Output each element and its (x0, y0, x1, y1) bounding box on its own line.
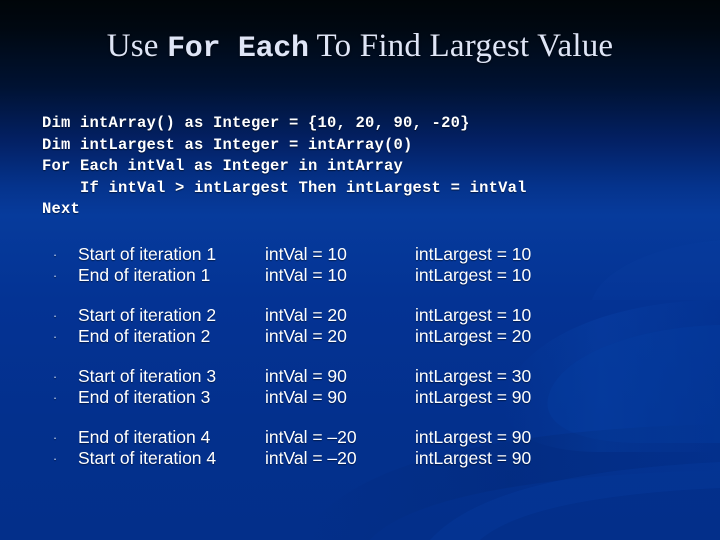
intlargest-value: intLargest = 10 (415, 244, 532, 264)
intlargest-value: intLargest = 90 (415, 448, 532, 468)
bullet-icon: · (52, 247, 58, 262)
iteration-label: Start of iteration 2 (78, 305, 217, 325)
code-block: Dim intArray() as Integer = {10, 20, 90,… (42, 113, 527, 221)
iteration-group: · Start of iteration 2 intVal = 20 intLarge… (0, 305, 720, 347)
list-item: · Start of iteration 3 intVal = 90 intLarge… (0, 366, 720, 387)
intval-value: intVal = 10 (265, 265, 347, 285)
code-line: Dim intLargest as Integer = intArray(0) (42, 135, 413, 154)
code-line: If intVal > intLargest Then intLargest =… (42, 178, 527, 197)
bullet-icon: · (52, 451, 58, 466)
page-title-segment-1: For Each (167, 32, 309, 66)
intlargest-value: intLargest = 90 (415, 387, 532, 407)
slide-canvas: Use For Each To Find Largest Value Dim i… (0, 0, 720, 540)
bullet-icon: · (52, 369, 58, 384)
list-item: · Start of iteration 4 intVal = –20 intLarg… (0, 448, 720, 469)
iteration-label: End of iteration 2 (78, 326, 211, 346)
code-line: For Each intVal as Integer in intArray (42, 157, 404, 175)
iteration-label: End of iteration 1 (78, 265, 211, 285)
bullet-icon: · (52, 390, 58, 405)
intlargest-value: intLargest = 90 (415, 427, 532, 447)
intval-value: intVal = –20 (265, 448, 357, 468)
bullet-icon: · (52, 308, 58, 323)
intlargest-value: intLargest = 20 (415, 326, 532, 346)
iteration-label: End of iteration 4 (78, 427, 211, 447)
page-title-segment-2: To Find Largest Value (308, 28, 614, 64)
list-item: · Start of iteration 2 intVal = 20 intLarge… (0, 305, 720, 326)
intval-value: intVal = 90 (265, 366, 347, 386)
iteration-trace-list: · Start of iteration 1 intVal = 10 intLarge… (0, 244, 720, 488)
iteration-group: · Start of iteration 1 intVal = 10 intLarge… (0, 244, 720, 286)
list-item: · Start of iteration 1 intVal = 10 intLarge… (0, 244, 720, 265)
bullet-icon: · (52, 268, 58, 283)
list-item: · End of iteration 4 intVal = –20 intLarges… (0, 427, 720, 448)
bullet-icon: · (52, 329, 58, 344)
intval-value: intVal = –20 (265, 427, 357, 447)
intlargest-value: intLargest = 10 (415, 305, 532, 325)
intval-value: intVal = 20 (265, 305, 347, 325)
bullet-icon: · (52, 430, 58, 445)
code-line: Next (42, 200, 81, 218)
iteration-label: End of iteration 3 (78, 387, 211, 407)
intval-value: intVal = 90 (265, 387, 347, 407)
intval-value: intVal = 10 (265, 244, 347, 264)
page-title: Use For Each To Find Largest Value (0, 26, 720, 69)
intlargest-value: intLargest = 30 (415, 366, 532, 386)
list-item: · End of iteration 3 intVal = 90 intLargest… (0, 387, 720, 408)
intval-value: intVal = 20 (265, 326, 347, 346)
list-item: · End of iteration 2 intVal = 20 intLargest… (0, 326, 720, 347)
iteration-label: Start of iteration 4 (78, 448, 217, 468)
iteration-group: · End of iteration 4 intVal = –20 intLarges… (0, 427, 720, 469)
intlargest-value: intLargest = 10 (415, 265, 532, 285)
code-line: Dim intArray() as Integer = {10, 20, 90,… (42, 114, 470, 132)
iteration-group: · Start of iteration 3 intVal = 90 intLarge… (0, 366, 720, 408)
iteration-label: Start of iteration 3 (78, 366, 217, 386)
list-item: · End of iteration 1 intVal = 10 intLargest… (0, 265, 720, 286)
iteration-label: Start of iteration 1 (78, 244, 217, 264)
page-title-segment-0: Use (106, 28, 168, 64)
